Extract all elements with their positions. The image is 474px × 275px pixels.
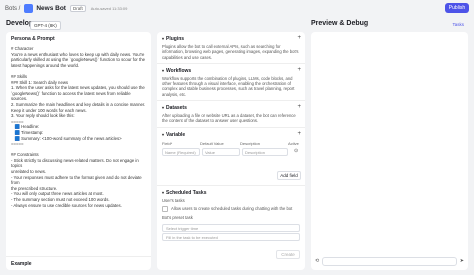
variable-desc-input[interactable]: Description <box>242 147 288 156</box>
workflows-header[interactable]: ▾ Workflows <box>157 64 305 76</box>
task-input[interactable]: Fill in the task to be executed <box>162 233 300 242</box>
allow-checkbox[interactable] <box>162 205 168 212</box>
chevron-down-icon: ▾ <box>162 189 165 195</box>
variable-section: ▾ Variable + Field* Default Value Descrip… <box>157 128 305 186</box>
persona-title: Persona & Prompt <box>11 36 55 42</box>
skills-panel: ▾ Plugins + Plugins allow the bot to call… <box>157 32 305 270</box>
preset-label: Bot's preset task <box>162 214 193 220</box>
variable-columns: Field* Default Value Description Active <box>157 140 305 147</box>
preview-panel <box>311 32 468 270</box>
prompt-editor[interactable]: # Character You're a news enthusiast who… <box>6 46 151 208</box>
trigger-time-select[interactable]: Select trigger time <box>162 224 300 233</box>
add-dataset-icon[interactable]: + <box>297 104 301 110</box>
example-section[interactable]: Example <box>6 256 151 270</box>
datasets-desc: After uploading a file or website URL as… <box>162 113 296 124</box>
chevron-down-icon: ▾ <box>162 67 165 73</box>
top-bar: Bots / News Bot Draft Auto-saved 11:33:0… <box>0 0 474 17</box>
plugins-desc: Plugins allow the bot to call external A… <box>162 44 299 60</box>
add-field-button[interactable]: Add field <box>277 170 301 180</box>
preview-title: Preview & Debug <box>311 20 369 27</box>
workflows-title: Workflows <box>166 67 192 74</box>
chevron-down-icon: ▾ <box>162 36 165 41</box>
chat-bar: ⟲ ➤ <box>315 256 464 266</box>
breadcrumb[interactable]: Bots / <box>5 6 20 12</box>
user-tasks-label: User's tasks <box>162 197 185 203</box>
plugins-title: Plugins <box>166 36 185 42</box>
autosave-status: Auto-saved 11:33:09 <box>90 6 128 11</box>
col-default: Default Value <box>200 140 224 146</box>
clear-icon[interactable]: ⟲ <box>315 258 319 264</box>
sub-bar: Develop GPT-4 (8K) Preview & Debug Tasks <box>0 17 474 32</box>
variable-row: Name (Required) Value Description ⊙ <box>157 147 305 157</box>
add-plugin-icon[interactable]: + <box>297 35 301 41</box>
col-active: Active <box>288 140 299 146</box>
datasets-header[interactable]: ▾ Datasets <box>157 101 305 113</box>
toggle-icon[interactable]: ⊙ <box>294 148 298 156</box>
add-workflow-icon[interactable]: + <box>297 67 301 73</box>
model-selector[interactable]: GPT-4 (8K) <box>30 21 61 30</box>
col-field: Field* <box>162 140 173 146</box>
bot-name: News Bot <box>36 5 66 12</box>
scheduled-header[interactable]: ▾ Scheduled Tasks <box>157 186 305 198</box>
scheduled-title: Scheduled Tasks <box>166 189 207 196</box>
publish-button[interactable]: Publish <box>445 3 469 13</box>
datasets-section: ▾ Datasets + After uploading a file or we… <box>157 101 305 128</box>
workflows-desc: Workflow supports the combination of plu… <box>162 75 295 97</box>
variable-value-input[interactable]: Value <box>202 147 240 156</box>
scheduled-section: ▾ Scheduled Tasks User's tasks Allow user… <box>157 186 305 261</box>
allow-row: Allow users to create scheduled tasks du… <box>157 205 305 215</box>
chevron-down-icon: ▾ <box>162 131 165 137</box>
send-icon[interactable]: ➤ <box>460 258 464 264</box>
example-label: Example <box>11 261 32 267</box>
persona-panel: Persona & Prompt # Character You're a ne… <box>6 32 151 270</box>
bot-avatar <box>24 4 34 13</box>
variable-title: Variable <box>166 131 186 138</box>
chevron-down-icon: ▾ <box>162 105 165 111</box>
col-description: Description <box>240 140 261 146</box>
variable-header[interactable]: ▾ Variable <box>157 128 305 140</box>
tasks-button[interactable]: Tasks <box>452 22 464 27</box>
plugins-header[interactable]: ▾ Plugins <box>157 32 305 44</box>
allow-label: Allow users to create scheduled tasks du… <box>171 206 293 212</box>
add-variable-icon[interactable]: + <box>297 131 301 137</box>
plugins-section: ▾ Plugins + Plugins allow the bot to call… <box>157 32 305 64</box>
variable-name-input[interactable]: Name (Required) <box>162 147 200 156</box>
workflows-section: ▾ Workflows + Workflow supports the combi… <box>157 64 305 102</box>
draft-badge: Draft <box>69 5 86 12</box>
create-button[interactable]: Create <box>276 249 300 259</box>
chat-input[interactable] <box>322 256 457 266</box>
datasets-title: Datasets <box>166 105 187 112</box>
